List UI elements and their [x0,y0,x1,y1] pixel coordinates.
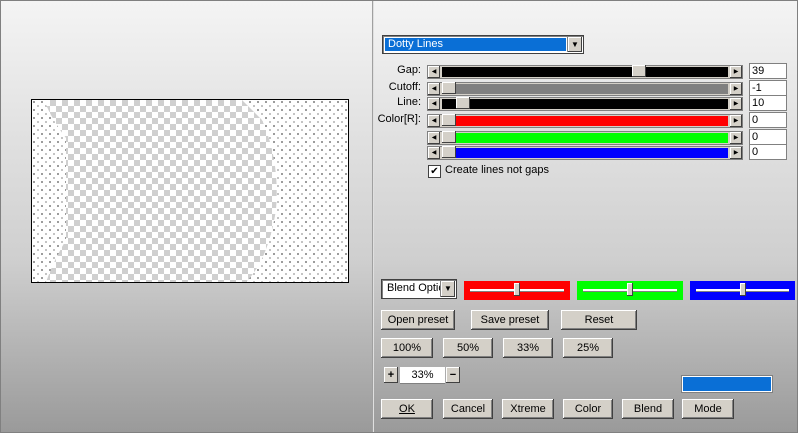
slider-label: Gap: [397,64,421,76]
slider-track [442,99,728,109]
arrow-left-icon[interactable]: ◀ [428,115,440,127]
slider-track [442,116,728,126]
slider-thumb[interactable] [442,114,456,126]
slider-value-field[interactable]: 10 [749,95,787,111]
slider-track [442,133,728,143]
color-button[interactable]: Color [563,399,613,419]
slider-value-field[interactable]: 0 [749,144,787,160]
slider-thumb[interactable] [442,146,456,158]
preview-canvas[interactable] [31,99,349,283]
slider-thumb[interactable] [632,65,646,77]
blend-options-select[interactable]: Blend Optic ▼ [381,279,457,299]
slider-track [442,67,728,77]
zoom-in-button[interactable]: + [384,367,398,383]
zoom-50-button[interactable]: 50% [443,338,493,358]
slider-track [442,148,728,158]
slider-value-field[interactable]: 39 [749,63,787,79]
slider-value-field[interactable]: -1 [749,80,787,96]
param-slider[interactable]: ◀ ▶ [427,97,743,111]
slider-label: Line: [397,96,421,108]
slider-value-field[interactable]: 0 [749,129,787,145]
reset-button[interactable]: Reset [561,310,637,330]
slider-thumb[interactable] [442,131,456,143]
blend-button[interactable]: Blend [622,399,674,419]
filter-dialog: Dotty Lines ▼ Gap: ◀ ▶ 39 Cutoff: ◀ ▶ -1 Line: ◀ ▶… [0,0,798,433]
create-lines-checkbox[interactable]: ✔ [428,165,441,178]
arrow-left-icon[interactable]: ◀ [428,147,440,159]
arrow-right-icon[interactable]: ▶ [730,132,742,144]
arrow-left-icon[interactable]: ◀ [428,98,440,110]
filter-select-value: Dotty Lines [385,38,566,51]
blend-green-knob[interactable] [627,283,633,296]
arrow-left-icon[interactable]: ◀ [428,66,440,78]
arrow-right-icon[interactable]: ▶ [730,98,742,110]
ok-button[interactable]: OK [381,399,433,419]
zoom-33-button[interactable]: 33% [503,338,553,358]
param-slider[interactable]: ◀ ▶ [427,131,743,145]
preview-panel [1,1,372,432]
ok-button-label: OK [399,403,415,415]
chevron-down-icon[interactable]: ▼ [567,37,582,52]
arrow-left-icon[interactable]: ◀ [428,83,440,95]
arrow-right-icon[interactable]: ▶ [730,83,742,95]
slider-value-field[interactable]: 0 [749,112,787,128]
blend-blue-slider[interactable] [690,281,795,300]
arrow-right-icon[interactable]: ▶ [730,66,742,78]
param-slider[interactable]: ◀ ▶ [427,146,743,160]
filter-select[interactable]: Dotty Lines ▼ [382,35,584,54]
zoom-100-button[interactable]: 100% [381,338,433,358]
param-slider[interactable]: ◀ ▶ [427,82,743,96]
create-lines-label: Create lines not gaps [445,164,549,176]
xtreme-button[interactable]: Xtreme [502,399,554,419]
blend-green-slider[interactable] [577,281,683,300]
zoom-out-button[interactable]: − [446,367,460,383]
chevron-down-icon[interactable]: ▼ [440,281,455,297]
mode-button[interactable]: Mode [682,399,734,419]
zoom-level-field[interactable]: 33% [400,367,445,384]
save-preset-button[interactable]: Save preset [471,310,549,330]
arrow-right-icon[interactable]: ▶ [730,147,742,159]
param-slider[interactable]: ◀ ▶ [427,114,743,128]
slider-label: Cutoff: [388,81,421,93]
blend-options-value: Blend Optic [387,282,444,294]
blend-red-knob[interactable] [514,283,520,296]
param-slider[interactable]: ◀ ▶ [427,65,743,79]
blend-blue-knob[interactable] [740,283,746,296]
zoom-25-button[interactable]: 25% [563,338,613,358]
arrow-right-icon[interactable]: ▶ [730,115,742,127]
open-preset-button[interactable]: Open preset [381,310,455,330]
slider-thumb[interactable] [442,82,456,94]
cancel-button[interactable]: Cancel [443,399,493,419]
slider-track [442,84,728,94]
arrow-left-icon[interactable]: ◀ [428,132,440,144]
slider-label: Color[R]: [377,113,421,125]
preview-pattern [32,100,348,282]
color-swatch[interactable] [681,375,773,393]
slider-thumb[interactable] [456,97,470,109]
blend-red-slider[interactable] [464,281,570,300]
